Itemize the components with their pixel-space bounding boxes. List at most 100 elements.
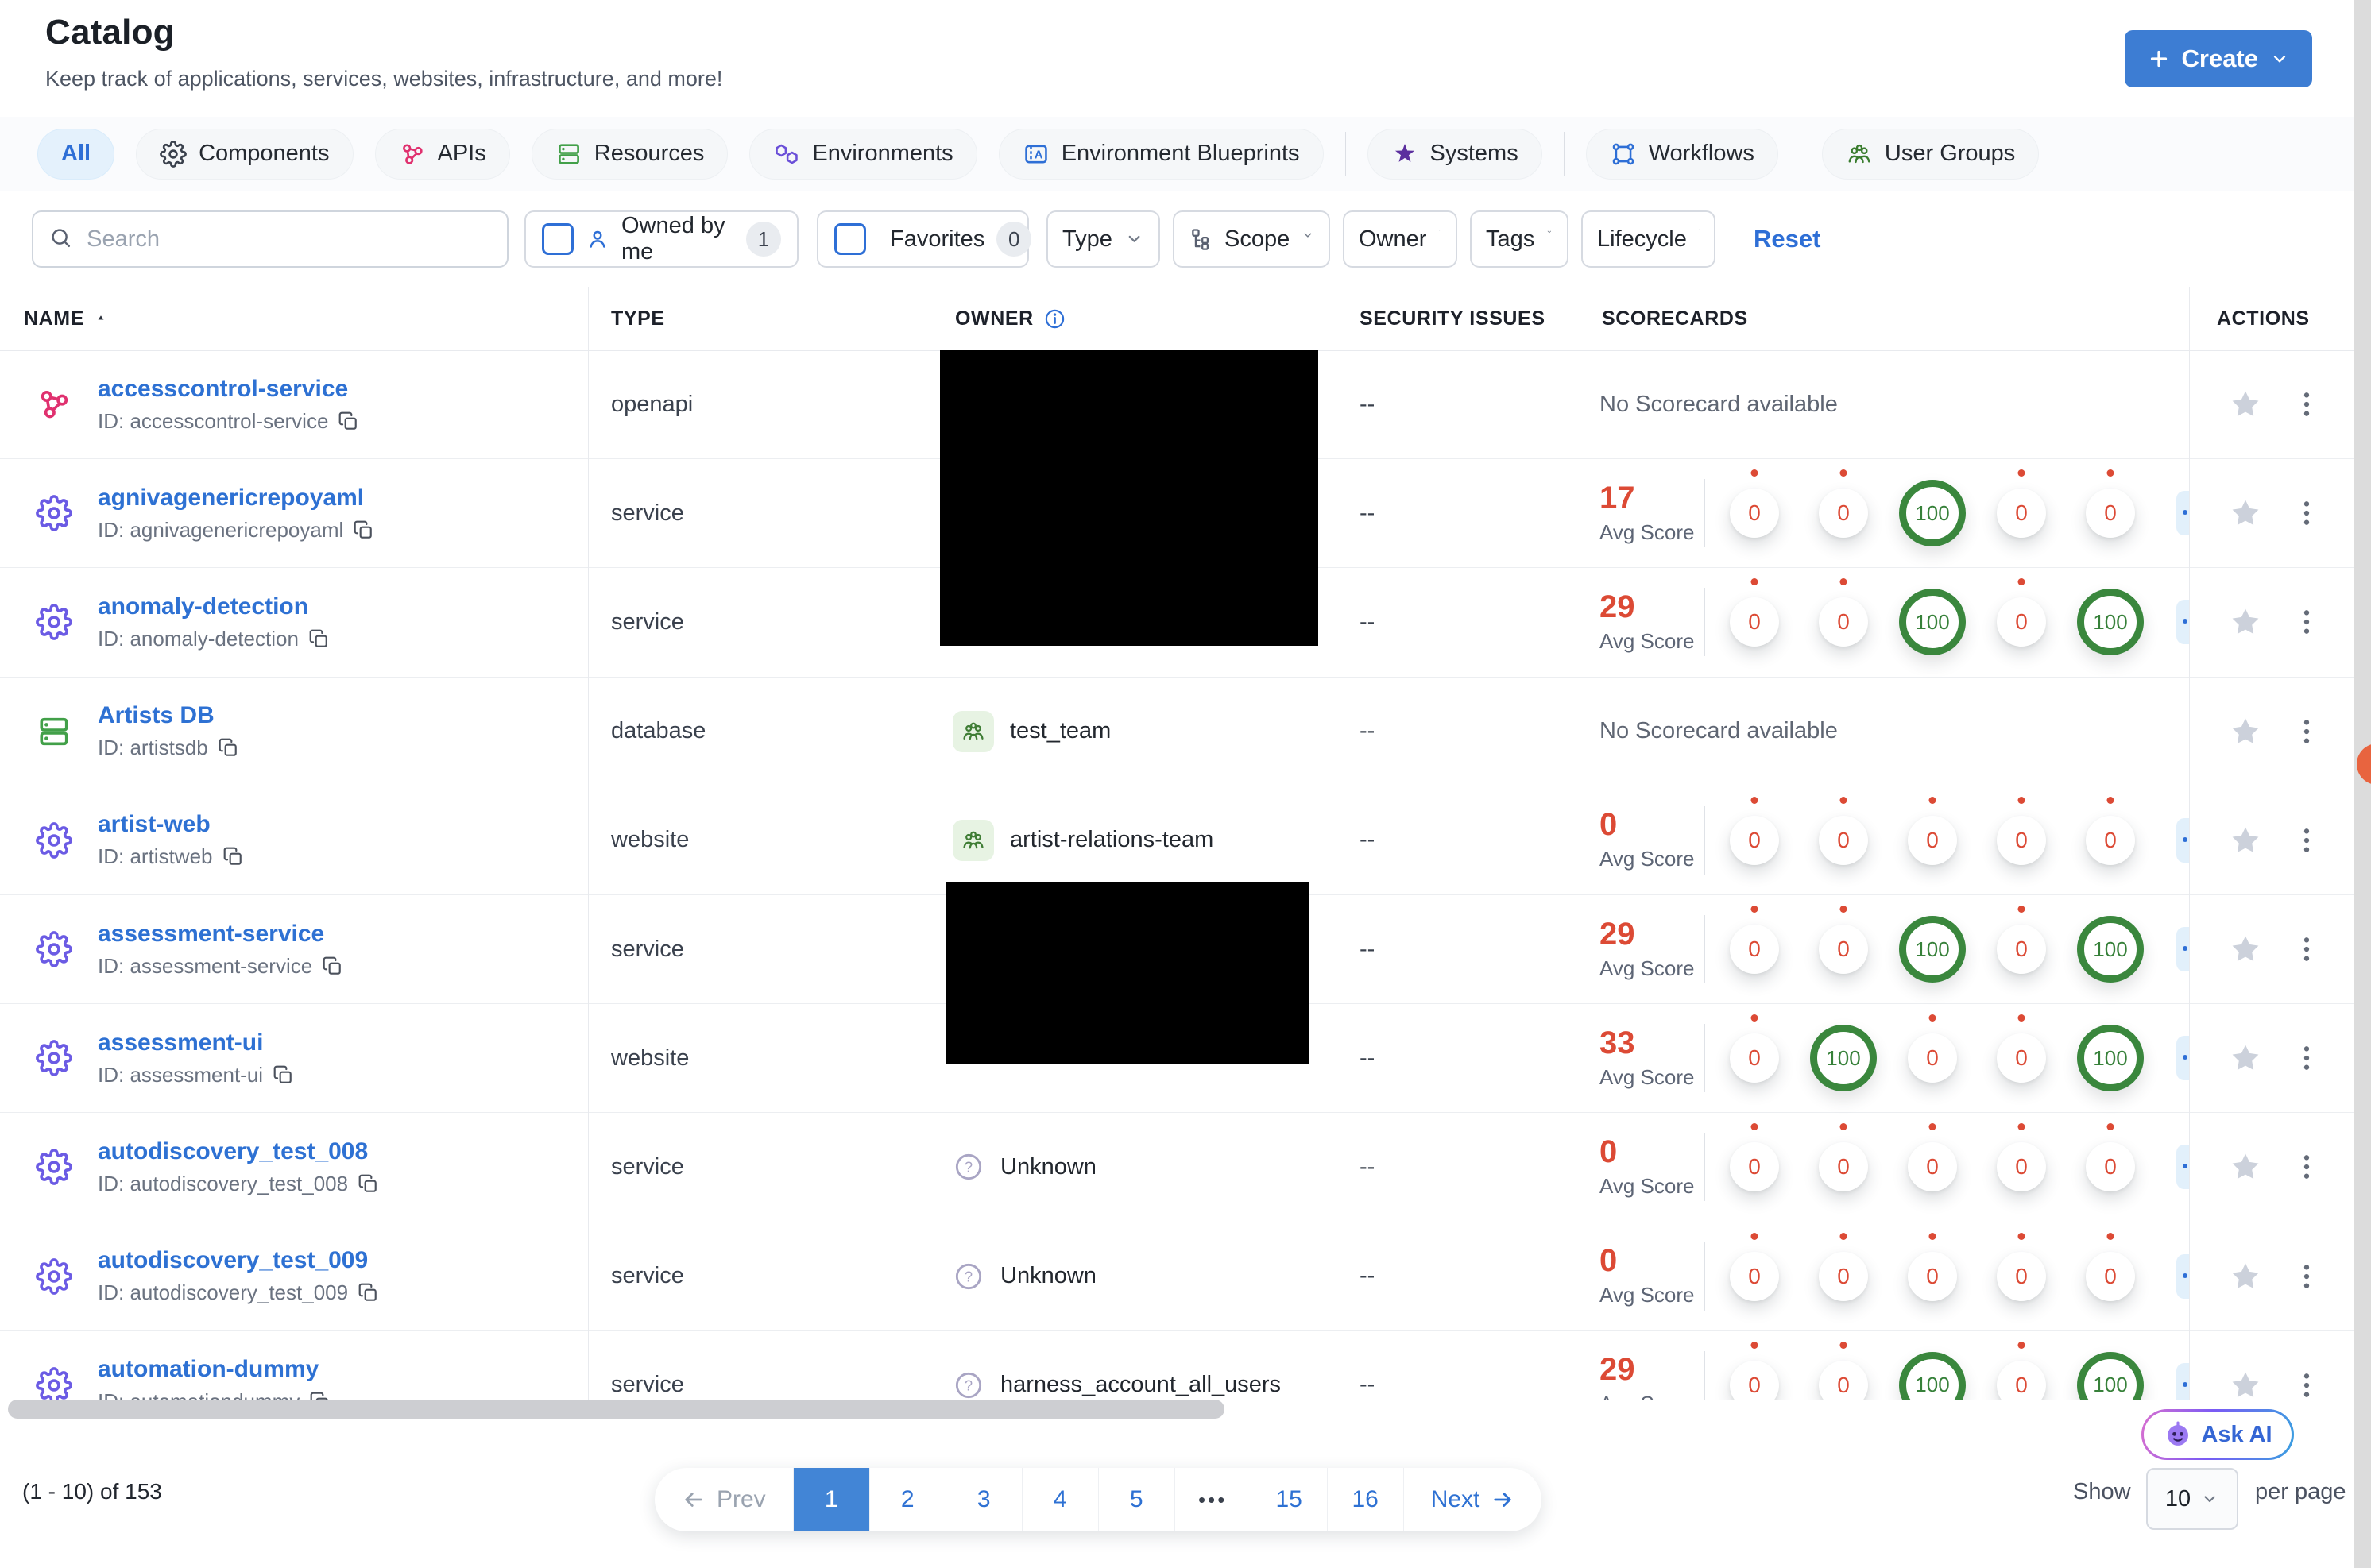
scorecard-badge-zero[interactable]: 0 bbox=[1997, 925, 2046, 975]
scorecard-badge-zero[interactable]: 0 bbox=[1730, 815, 1779, 865]
favorite-star-icon[interactable] bbox=[2229, 1041, 2262, 1075]
scorecard-badge-zero[interactable]: 0 bbox=[1730, 489, 1779, 539]
tab-user-groups[interactable]: User Groups bbox=[1821, 128, 2040, 180]
tags-filter-dropdown[interactable]: Tags bbox=[1470, 210, 1568, 268]
kebab-menu-icon[interactable] bbox=[2291, 388, 2323, 420]
entity-name-link[interactable]: assessment-service bbox=[98, 921, 324, 947]
owner-filter-dropdown[interactable]: Owner bbox=[1343, 210, 1457, 268]
kebab-menu-icon[interactable] bbox=[2291, 606, 2323, 638]
next-page-button[interactable]: Next bbox=[1402, 1468, 1542, 1531]
tab-resources[interactable]: Resources bbox=[531, 128, 729, 180]
entity-name-link[interactable]: assessment-ui bbox=[98, 1029, 263, 1056]
scorecard-badge-zero[interactable]: 0 bbox=[2086, 1142, 2135, 1192]
page-button-3[interactable]: 3 bbox=[945, 1468, 1022, 1531]
scorecard-badge-zero[interactable]: 0 bbox=[1997, 815, 2046, 865]
copy-icon[interactable] bbox=[353, 519, 374, 541]
copy-icon[interactable] bbox=[222, 846, 244, 867]
scorecard-badge-full[interactable]: 100 bbox=[2077, 1025, 2144, 1092]
scorecard-badge-full[interactable]: 100 bbox=[2077, 589, 2144, 656]
scorecard-badge-zero[interactable]: 0 bbox=[1908, 1142, 1957, 1192]
scorecard-badge-full[interactable]: 100 bbox=[1899, 1351, 1966, 1400]
entity-name-link[interactable]: agnivagenericrepoyaml bbox=[98, 485, 364, 511]
favorite-star-icon[interactable] bbox=[2229, 933, 2262, 966]
entity-name-link[interactable]: autodiscovery_test_009 bbox=[98, 1247, 368, 1273]
entity-name-link[interactable]: autodiscovery_test_008 bbox=[98, 1138, 368, 1164]
scorecard-badge-zero[interactable]: 0 bbox=[1997, 1251, 2046, 1301]
scorecard-badge-zero[interactable]: 0 bbox=[1819, 1251, 1868, 1301]
owned-by-me-checkbox[interactable] bbox=[542, 223, 574, 255]
scorecard-badge-zero[interactable]: 0 bbox=[1819, 1360, 1868, 1400]
scorecard-badge-full[interactable]: 100 bbox=[1899, 589, 1966, 656]
favorites-checkbox[interactable] bbox=[834, 223, 866, 255]
scorecard-badge-zero[interactable]: 0 bbox=[2086, 815, 2135, 865]
window-scrollbar-track[interactable] bbox=[2354, 0, 2371, 1568]
kebab-menu-icon[interactable] bbox=[2291, 1369, 2323, 1400]
scorecard-badge-zero[interactable]: 0 bbox=[1730, 1142, 1779, 1192]
kebab-menu-icon[interactable] bbox=[2291, 933, 2323, 965]
horizontal-scrollbar[interactable] bbox=[8, 1400, 1224, 1419]
entity-name-link[interactable]: Artists DB bbox=[98, 702, 215, 728]
scorecard-badge-full[interactable]: 100 bbox=[2077, 1351, 2144, 1400]
prev-page-button[interactable]: Prev bbox=[655, 1468, 793, 1531]
copy-icon[interactable] bbox=[358, 1173, 379, 1195]
type-filter-dropdown[interactable]: Type bbox=[1046, 210, 1160, 268]
scorecard-badge-zero[interactable]: 0 bbox=[1908, 1251, 1957, 1301]
scorecard-badge-zero[interactable]: 0 bbox=[1819, 1142, 1868, 1192]
favorite-star-icon[interactable] bbox=[2229, 1260, 2262, 1293]
scorecard-badge-zero[interactable]: 0 bbox=[1997, 1142, 2046, 1192]
entity-name-link[interactable]: anomaly-detection bbox=[98, 593, 308, 620]
favorite-star-icon[interactable] bbox=[2229, 388, 2262, 421]
page-size-select[interactable]: 10 bbox=[2146, 1468, 2238, 1530]
ask-ai-button[interactable]: Ask AI bbox=[2141, 1409, 2294, 1460]
entity-name-link[interactable]: automation-dummy bbox=[98, 1356, 319, 1382]
copy-icon[interactable] bbox=[273, 1064, 294, 1086]
scorecard-badge-zero[interactable]: 0 bbox=[1730, 1251, 1779, 1301]
scorecard-badge-zero[interactable]: 0 bbox=[1730, 925, 1779, 975]
column-header-name[interactable]: NAME bbox=[24, 287, 108, 350]
copy-icon[interactable] bbox=[309, 1391, 331, 1400]
scorecard-badge-zero[interactable]: 0 bbox=[1730, 1033, 1779, 1083]
tab-workflows[interactable]: Workflows bbox=[1585, 128, 1778, 180]
page-button-16[interactable]: 16 bbox=[1326, 1468, 1403, 1531]
owned-by-me-filter[interactable]: Owned by me 1 bbox=[524, 210, 799, 268]
search-input[interactable] bbox=[85, 225, 491, 253]
copy-icon[interactable] bbox=[218, 737, 239, 759]
tab-all[interactable]: All bbox=[37, 128, 115, 180]
scorecard-badge-full[interactable]: 100 bbox=[1810, 1025, 1877, 1092]
kebab-menu-icon[interactable] bbox=[2291, 1151, 2323, 1183]
kebab-menu-icon[interactable] bbox=[2291, 825, 2323, 856]
tab-components[interactable]: Components bbox=[136, 128, 354, 180]
page-button-2[interactable]: 2 bbox=[868, 1468, 946, 1531]
reset-filters-link[interactable]: Reset bbox=[1754, 210, 1820, 268]
tab-environment-blueprints[interactable]: A Environment Blueprints bbox=[998, 128, 1324, 180]
page-button-1[interactable]: 1 bbox=[792, 1468, 869, 1531]
favorite-star-icon[interactable] bbox=[2229, 824, 2262, 857]
kebab-menu-icon[interactable] bbox=[2291, 1042, 2323, 1074]
copy-icon[interactable] bbox=[358, 1282, 379, 1303]
scorecard-badge-zero[interactable]: 0 bbox=[1997, 597, 2046, 647]
tab-apis[interactable]: APIs bbox=[374, 128, 510, 180]
copy-icon[interactable] bbox=[322, 956, 343, 977]
scorecard-badge-zero[interactable]: 0 bbox=[1730, 597, 1779, 647]
kebab-menu-icon[interactable] bbox=[2291, 497, 2323, 529]
page-button-15[interactable]: 15 bbox=[1250, 1468, 1327, 1531]
favorite-star-icon[interactable] bbox=[2229, 496, 2262, 530]
tab-systems[interactable]: Systems bbox=[1367, 128, 1542, 180]
scope-filter-dropdown[interactable]: Scope bbox=[1173, 210, 1330, 268]
scorecard-badge-full[interactable]: 100 bbox=[1899, 480, 1966, 547]
page-button-5[interactable]: 5 bbox=[1097, 1468, 1174, 1531]
kebab-menu-icon[interactable] bbox=[2291, 716, 2323, 747]
scorecard-badge-zero[interactable]: 0 bbox=[1819, 489, 1868, 539]
tab-environments[interactable]: Environments bbox=[749, 128, 977, 180]
scorecard-badge-zero[interactable]: 0 bbox=[1819, 597, 1868, 647]
create-button[interactable]: Create bbox=[2124, 30, 2312, 87]
scorecard-badge-full[interactable]: 100 bbox=[1899, 916, 1966, 983]
favorite-star-icon[interactable] bbox=[2229, 1369, 2262, 1400]
copy-icon[interactable] bbox=[338, 411, 359, 432]
scorecard-badge-zero[interactable]: 0 bbox=[2086, 1251, 2135, 1301]
scorecard-badge-zero[interactable]: 0 bbox=[1908, 1033, 1957, 1083]
scorecard-badge-zero[interactable]: 0 bbox=[1819, 925, 1868, 975]
scorecard-badge-zero[interactable]: 0 bbox=[1997, 1033, 2046, 1083]
scorecard-badge-full[interactable]: 100 bbox=[2077, 916, 2144, 983]
favorite-star-icon[interactable] bbox=[2229, 715, 2262, 748]
